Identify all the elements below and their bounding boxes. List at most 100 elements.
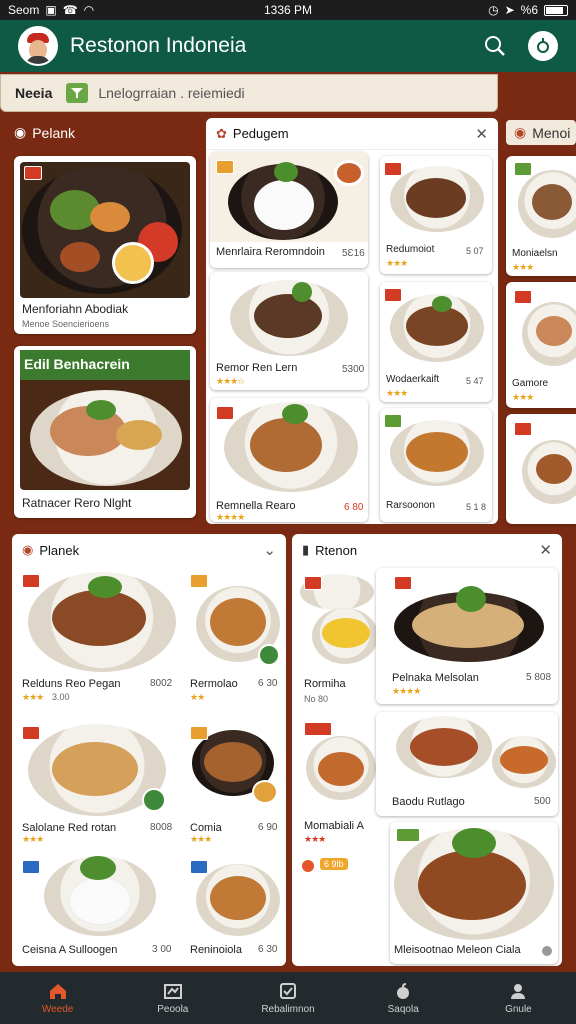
tag-badge <box>22 726 40 740</box>
menu-card[interactable]: Ceisna A Sulloogen 3 00 <box>16 852 178 962</box>
menu-card[interactable]: Remor Ren Lern 5300 ★★★☆ <box>210 272 368 390</box>
tag-badge <box>396 828 420 842</box>
search-icon <box>485 36 505 56</box>
menu-card[interactable]: Moniaelsn ★★★ <box>506 156 576 276</box>
menu-card[interactable]: Momabiali A ★★★ 6 9lb <box>298 716 378 876</box>
panel-title: Planek <box>39 542 80 558</box>
menu-card[interactable]: Menrlaira Reromndoin 5Ɛ16 <box>210 152 368 268</box>
card-title: Baodu Rutlago <box>392 796 465 808</box>
avatar[interactable] <box>18 26 58 66</box>
menu-card[interactable]: Gamore ★★★ <box>506 282 576 408</box>
app-title: Restonon Indoneia <box>70 34 247 57</box>
tag-badge <box>216 160 234 174</box>
card-banner: Edil Benhacrein <box>24 356 130 372</box>
bowl-icon: ◉ <box>514 124 527 140</box>
close-icon[interactable]: ✕ <box>475 125 488 143</box>
location-icon: ➤ <box>504 3 515 17</box>
menu-card[interactable]: Redumoiot 5 07 ★★★ <box>380 156 492 274</box>
search-label: Neeia <box>15 85 53 101</box>
rating-stars: ★★★ <box>304 834 326 844</box>
settings-icon <box>537 38 549 53</box>
nav-profile[interactable]: Gnule <box>461 972 576 1024</box>
rating-stars: ★★★ <box>386 258 408 268</box>
notification-icon: ▣ <box>45 3 57 17</box>
menu-card[interactable]: Rermolao 6 30 ★★ <box>186 570 282 706</box>
tag-badge <box>514 290 532 304</box>
nav-label: Gnule <box>505 1003 532 1015</box>
rating-stars: ★★★ <box>512 392 534 402</box>
card-title: Mleisootnao Meleon Ciala <box>394 944 521 956</box>
battery-icon <box>544 4 568 16</box>
card-title: Comia <box>190 822 222 834</box>
card-title: Moniaelsn <box>512 248 558 259</box>
search-bar[interactable]: Neeia Lnelogrraian . reiemiedi <box>0 74 498 112</box>
card-title: Remnella Rearo <box>216 500 296 512</box>
menu-card[interactable] <box>506 414 576 524</box>
menu-card[interactable]: Pelnaka Melsolan 5 808 ★★★★ <box>376 568 558 704</box>
price-chip[interactable]: 6 9lb <box>320 858 348 870</box>
rating-stars: ★★★ <box>22 692 44 702</box>
rating-stars: ★★★★ <box>392 686 421 696</box>
rating-stars: ★★★★ <box>216 512 245 522</box>
filter-icon[interactable] <box>66 83 89 103</box>
wifi-icon: ◠ <box>83 3 95 17</box>
nav-apple[interactable]: Saqola <box>346 972 461 1024</box>
card-price: 500 <box>534 796 551 807</box>
nav-checklist[interactable]: Rebalimnon <box>230 972 345 1024</box>
card-price: 6 90 <box>258 822 278 833</box>
alarm-icon: ◷ <box>488 3 499 17</box>
menu-card[interactable]: Rormiha No 80 <box>298 570 378 708</box>
rating-stars: ★★★☆ <box>216 376 245 386</box>
panel-title: Pedugem <box>232 126 289 141</box>
settings-button[interactable] <box>528 31 558 61</box>
tag-badge <box>304 576 322 590</box>
nav-label: Saqola <box>387 1003 419 1015</box>
card-title: Menrlaira Reromndoin <box>216 246 325 258</box>
rating-stars: ★★★ <box>22 834 44 844</box>
map-icon <box>163 983 182 999</box>
card-title: Redumoiot <box>386 244 435 255</box>
add-button[interactable] <box>258 644 280 666</box>
rating-stars: ★★★ <box>190 834 212 844</box>
coin-icon <box>300 858 316 874</box>
close-icon[interactable]: ✕ <box>539 541 552 559</box>
menu-card[interactable]: Relduns Reo Pegan 8002 ★★★ 3.00 <box>16 568 178 706</box>
menu-card[interactable]: Wodaerkaift 5 47 ★★★ <box>380 282 492 402</box>
add-button[interactable] <box>142 788 166 812</box>
nav-home[interactable]: Weede <box>0 972 115 1024</box>
card-price: 8002 <box>150 678 173 689</box>
menu-card[interactable]: Baodu Rutlago 500 <box>376 712 558 816</box>
menu-card[interactable]: Rarsoonon 5 1 8 <box>380 408 492 522</box>
expand-icon[interactable]: ⌄ <box>263 541 276 559</box>
status-left-text: Seom <box>8 3 40 17</box>
section-menoi[interactable]: ◉ Menoi <box>506 120 576 145</box>
menu-card[interactable]: Mleisootnao Meleon Ciala <box>390 822 558 964</box>
tag-badge <box>514 162 532 176</box>
apple-icon <box>397 982 410 999</box>
panel-header: ✿ Pedugem ✕ <box>206 118 498 150</box>
bookmark-icon: ▮ <box>302 542 310 557</box>
card-subtitle: No 80 <box>304 694 329 704</box>
card-price: 3 00 <box>152 944 172 955</box>
menu-card[interactable]: Comia 6 90 ★★★ <box>186 716 282 846</box>
menu-card[interactable]: Salolane Red rotan 8008 ★★★ <box>16 716 178 846</box>
card-title: Rermolao <box>190 678 238 690</box>
card-subtitle: Menoe Soencierioens <box>22 319 110 329</box>
menu-card[interactable]: Edil Benhacrein Ratnacer Rero Nlght <box>14 346 196 518</box>
menu-card[interactable]: Menforiahn Abodiak Menoe Soencierioens <box>14 156 196 334</box>
gear-icon: ✿ <box>216 125 227 141</box>
section-label: Pelank <box>32 124 76 141</box>
nav-map[interactable]: Peoola <box>115 972 230 1024</box>
battery-text: %6 <box>520 3 538 17</box>
menu-card[interactable]: Remnella Rearo 6 80 ★★★★ <box>210 398 368 522</box>
card-title: Momabiali A <box>304 820 364 832</box>
rating-stars: ★★★ <box>386 388 408 398</box>
search-button[interactable] <box>480 31 510 61</box>
bowl-icon: ◉ <box>14 124 27 140</box>
section-pelank[interactable]: ◉ Pelank <box>14 124 75 141</box>
tag-badge <box>514 422 532 436</box>
menu-card[interactable]: Reninoiola 6 30 <box>186 852 282 962</box>
section-label: Menoi <box>532 124 571 141</box>
info-icon[interactable] <box>542 946 552 956</box>
tag-badge <box>216 406 234 420</box>
